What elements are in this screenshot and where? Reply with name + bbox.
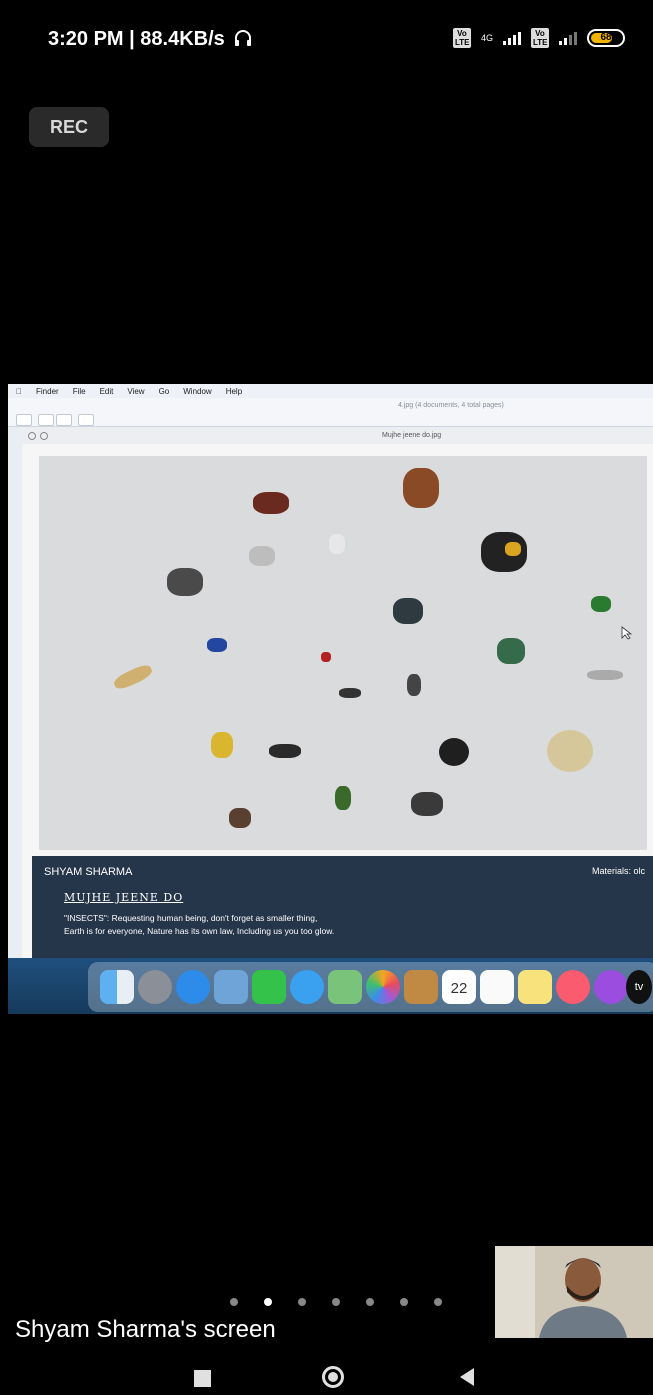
bug-sculpture: [329, 534, 345, 554]
bug-sculpture: [497, 638, 525, 664]
battery-level: 68: [600, 32, 612, 43]
menu-finder[interactable]: Finder: [36, 387, 59, 396]
contacts-icon[interactable]: [404, 970, 438, 1004]
preview-toolbar: 4.jpg (4 documents, 4 total pages): [8, 398, 653, 427]
safari-icon[interactable]: [176, 970, 210, 1004]
zoom-out-icon[interactable]: [38, 414, 54, 426]
notes-icon[interactable]: [518, 970, 552, 1004]
facetime-icon[interactable]: [252, 970, 286, 1004]
page-dot[interactable]: [332, 1298, 340, 1306]
bug-sculpture: [339, 688, 361, 698]
bug-sculpture: [207, 638, 227, 652]
bug-sculpture: [505, 542, 521, 556]
bug-sculpture: [587, 670, 623, 680]
volte-badge: Vo LTE: [452, 28, 471, 48]
image-window: Mujhe jeene do.jpg SHYAM SHARMA MUJHE JE…: [22, 428, 653, 1014]
participant-avatar: [495, 1246, 653, 1338]
page-dot[interactable]: [434, 1298, 442, 1306]
bug-sculpture: [591, 596, 611, 612]
bug-sculpture: [407, 674, 421, 696]
artist-name: SHYAM SHARMA: [44, 866, 133, 878]
document-count: 4.jpg (4 documents, 4 total pages): [398, 402, 504, 409]
artwork-description-line-2: Earth is for everyone, Nature has its ow…: [64, 926, 335, 936]
menu-edit[interactable]: Edit: [100, 387, 114, 396]
bug-sculpture: [439, 738, 469, 766]
bug-sculpture: [167, 568, 203, 596]
artwork-description-line-1: "INSECTS": Requesting human being, don't…: [64, 913, 318, 923]
reminders-icon[interactable]: [480, 970, 514, 1004]
launchpad-icon[interactable]: [138, 970, 172, 1004]
messages-icon[interactable]: [290, 970, 324, 1004]
mac-menubar:  Finder File Edit View Go Window Help: [8, 384, 653, 398]
sidebar-toggle-icon[interactable]: [16, 414, 32, 426]
photos-icon[interactable]: [366, 970, 400, 1004]
menu-window[interactable]: Window: [183, 387, 211, 396]
mouse-cursor-icon: [621, 626, 633, 640]
bug-sculpture: [403, 468, 439, 508]
page-dot[interactable]: [230, 1298, 238, 1306]
signal-bars-icon: [503, 31, 521, 45]
menu-view[interactable]: View: [127, 387, 144, 396]
battery-icon: 68: [587, 29, 625, 47]
recents-button[interactable]: [194, 1370, 211, 1387]
bug-sculpture: [547, 730, 593, 772]
status-time-speed: 3:20 PM | 88.4KB/s: [48, 28, 252, 53]
zoom-in-icon[interactable]: [56, 414, 72, 426]
artwork-caption-panel: SHYAM SHARMA MUJHE JEENE DO "INSECTS": R…: [32, 856, 653, 962]
bug-sculpture: [321, 652, 331, 662]
screen-owner-label: Shyam Sharma's screen: [15, 1316, 276, 1343]
bug-sculpture: [249, 546, 275, 566]
page-dot[interactable]: [400, 1298, 408, 1306]
insect-sculptures-photo: [39, 456, 647, 850]
music-icon[interactable]: [556, 970, 590, 1004]
volte-badge-2: Vo LTE: [531, 28, 549, 48]
back-button[interactable]: [460, 1368, 474, 1386]
share-icon[interactable]: [78, 414, 94, 426]
maps-icon[interactable]: [328, 970, 362, 1004]
home-button[interactable]: [322, 1366, 344, 1388]
bug-sculpture: [253, 492, 289, 514]
bug-sculpture: [393, 598, 423, 624]
page-dot[interactable]: [366, 1298, 374, 1306]
headphones-icon: [234, 29, 252, 53]
page-dot-active[interactable]: [264, 1298, 272, 1306]
screen-page-indicator[interactable]: [230, 1298, 442, 1306]
signal-bars-icon-2: [559, 31, 577, 45]
apple-icon: : [16, 387, 22, 396]
bug-sculpture: [411, 792, 443, 816]
podcasts-icon[interactable]: [594, 970, 628, 1004]
bug-sculpture: [211, 732, 233, 758]
network-type: 4G: [480, 33, 493, 43]
image-window-titlebar: Mujhe jeene do.jpg: [22, 428, 653, 444]
artwork-title: MUJHE JEENE DO: [64, 891, 184, 904]
dock-bar: 22 tv: [88, 962, 653, 1012]
menu-file[interactable]: File: [73, 387, 86, 396]
rec-button[interactable]: REC: [29, 107, 109, 147]
close-window-icon[interactable]: [28, 432, 36, 440]
tv-icon[interactable]: tv: [626, 970, 652, 1004]
page-dot[interactable]: [298, 1298, 306, 1306]
bug-sculpture: [229, 808, 251, 828]
mac-dock: 22 tv: [8, 958, 653, 1014]
status-icons: Vo LTE 4G Vo LTE 68: [452, 28, 625, 48]
bug-sculpture: [111, 662, 155, 692]
menu-go[interactable]: Go: [159, 387, 170, 396]
bug-sculpture: [269, 744, 301, 758]
finder-icon[interactable]: [100, 970, 134, 1004]
shared-screen:  Finder File Edit View Go Window Help 4…: [8, 384, 653, 1014]
calendar-icon[interactable]: 22: [442, 970, 476, 1004]
preview-icon[interactable]: [214, 970, 248, 1004]
participant-video-thumbnail[interactable]: [495, 1246, 653, 1338]
menu-help[interactable]: Help: [226, 387, 242, 396]
bug-sculpture: [335, 786, 351, 810]
image-window-title: Mujhe jeene do.jpg: [382, 432, 442, 439]
artwork-materials: Materials: olc: [592, 866, 646, 876]
minimize-window-icon[interactable]: [40, 432, 48, 440]
